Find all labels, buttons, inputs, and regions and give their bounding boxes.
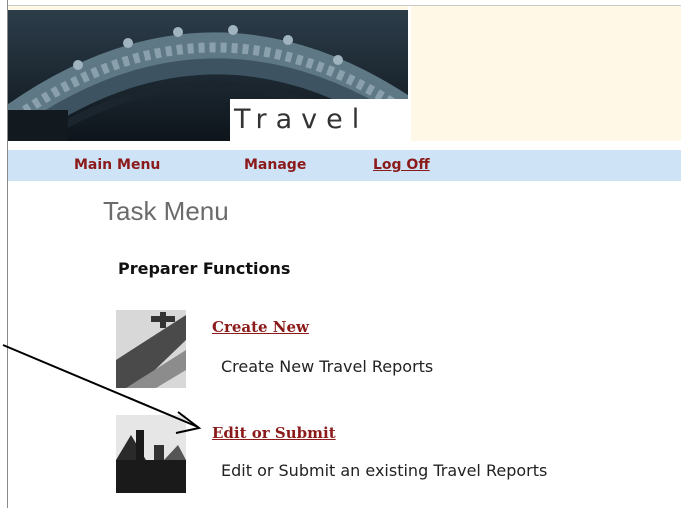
edit-submit-thumbnail-icon[interactable] <box>116 415 186 493</box>
edit-submit-description: Edit or Submit an existing Travel Report… <box>221 461 548 480</box>
edit-submit-thumbnail-art <box>116 415 186 493</box>
create-new-link[interactable]: Create New <box>212 318 309 336</box>
nav-log-off[interactable]: Log Off <box>373 157 430 173</box>
banner-divider <box>408 6 411 141</box>
create-new-thumbnail-art <box>116 310 186 388</box>
page-title: Task Menu <box>103 196 229 226</box>
section-heading: Preparer Functions <box>118 259 291 278</box>
nav-manage[interactable]: Manage <box>244 157 306 173</box>
nav-bar: Main Menu Manage Log Off <box>8 150 681 181</box>
create-new-description: Create New Travel Reports <box>221 357 434 376</box>
banner-title: Travel <box>230 99 408 141</box>
edit-submit-link[interactable]: Edit or Submit <box>212 424 336 442</box>
create-new-thumbnail-icon[interactable] <box>116 310 186 388</box>
nav-main-menu[interactable]: Main Menu <box>74 157 160 173</box>
